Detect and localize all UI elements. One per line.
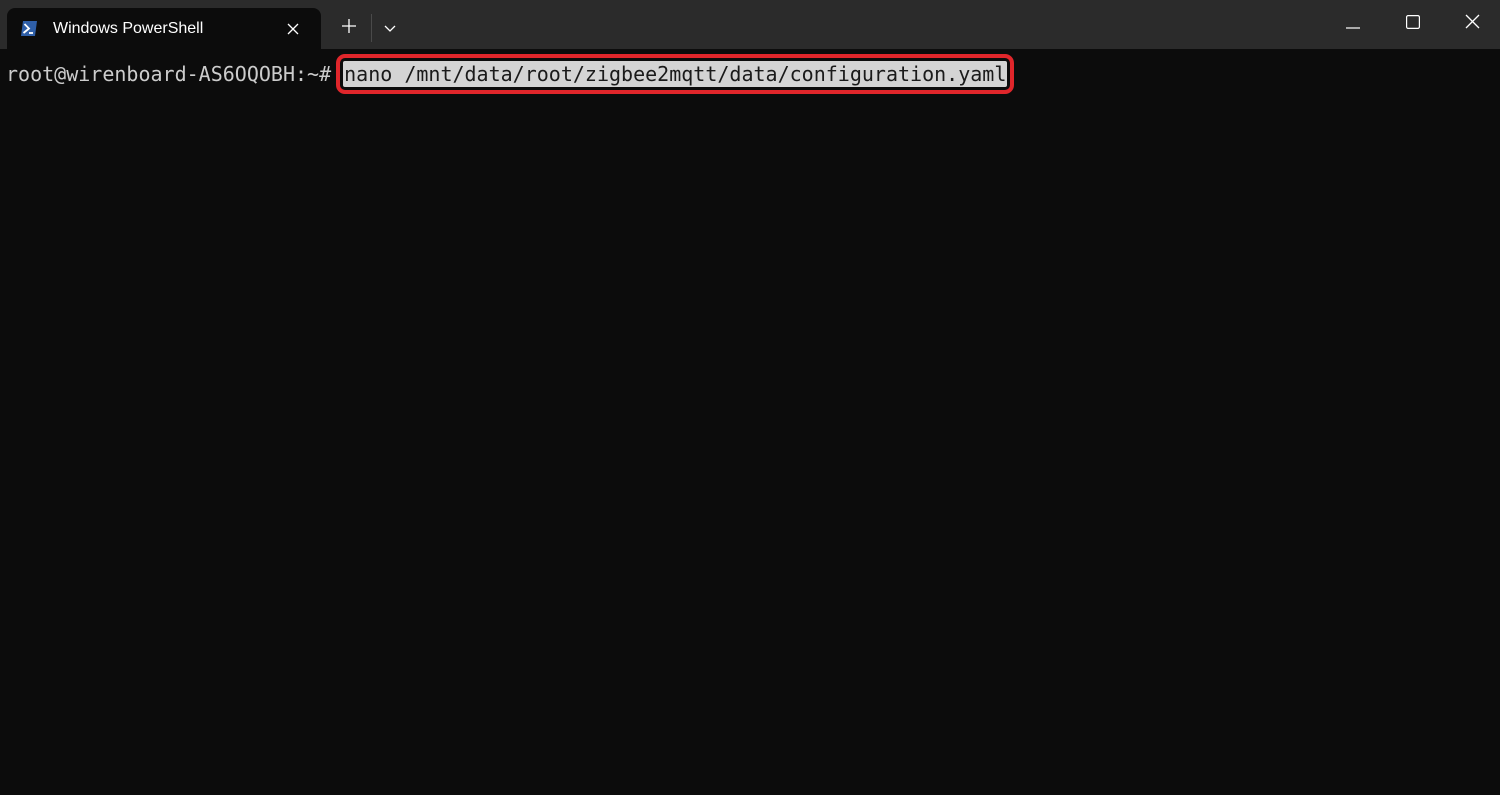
tab-title: Windows PowerShell [53, 20, 204, 37]
minimize-button[interactable] [1323, 0, 1383, 46]
close-icon[interactable] [282, 18, 304, 40]
window-close-button[interactable] [1442, 0, 1500, 46]
maximize-button[interactable] [1383, 0, 1443, 46]
terminal-line: root@wirenboard-AS6OQOBH:~# nano /mnt/dat… [6, 54, 1015, 94]
chevron-down-icon [384, 18, 396, 37]
maximize-icon [1406, 14, 1421, 33]
close-icon [1465, 14, 1480, 33]
minimize-icon [1346, 14, 1360, 33]
tab-windows-powershell[interactable]: Windows PowerShell [7, 8, 321, 49]
terminal-output[interactable]: root@wirenboard-AS6OQOBH:~# nano /mnt/dat… [0, 49, 1500, 795]
tab-dropdown-button[interactable] [375, 13, 405, 41]
tab-separator [371, 14, 372, 42]
highlighted-command[interactable]: nano /mnt/data/root/zigbee2mqtt/data/con… [336, 54, 1015, 94]
new-tab-button[interactable] [333, 13, 365, 41]
title-bar: Windows PowerShell [0, 0, 1500, 49]
powershell-icon [20, 20, 38, 37]
terminal-window: Windows PowerShell root@wirenboard-AS6OQ… [0, 0, 1500, 795]
plus-icon [342, 18, 356, 37]
shell-prompt: root@wirenboard-AS6OQOBH:~# [6, 62, 332, 86]
